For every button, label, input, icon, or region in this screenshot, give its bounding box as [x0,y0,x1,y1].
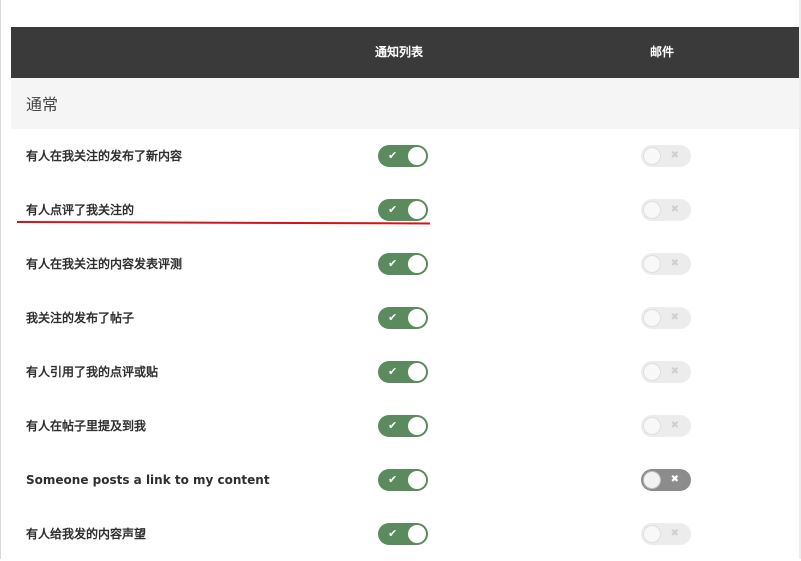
notify-toggle[interactable]: ✔ [378,469,428,491]
toggle-knob [643,525,661,543]
toggle-knob [408,309,426,327]
x-icon: ✖ [670,366,679,377]
toggle-knob [643,471,661,489]
toggle-knob [643,363,661,381]
toggle-knob [408,147,426,165]
x-icon: ✖ [670,258,679,269]
preference-row: 有人给我发的内容声望 ✔ ✖ [11,507,799,561]
notify-toggle[interactable]: ✔ [378,415,428,437]
email-toggle[interactable]: ✖ [641,361,691,383]
preference-row: 有人在我关注的发布了新内容 ✔ ✖ [11,129,799,183]
notify-toggle[interactable]: ✔ [378,145,428,167]
toggle-knob [408,201,426,219]
notify-toggle[interactable]: ✔ [378,523,428,545]
toggle-knob [643,201,661,219]
check-icon: ✔ [388,527,398,540]
row-label: 我关注的发布了帖子 [26,311,135,325]
left-border [0,0,1,559]
x-icon: ✖ [670,204,679,215]
toggle-knob [408,363,426,381]
check-icon: ✔ [388,203,398,216]
toggle-knob [408,417,426,435]
preferences-panel: 通知列表 邮件 通常 有人在我关注的发布了新内容 ✔ ✖ 有人点评了我关注的 ✔ [0,0,801,561]
email-toggle[interactable]: ✖ [641,199,691,221]
x-icon: ✖ [670,528,679,539]
toggle-knob [408,525,426,543]
toggle-knob [643,255,661,273]
row-label: 有人点评了我关注的 [26,203,135,217]
notify-toggle[interactable]: ✔ [378,307,428,329]
check-icon: ✔ [388,311,398,324]
notify-toggle[interactable]: ✔ [378,199,428,221]
preference-row: 有人在我关注的内容发表评测 ✔ ✖ [11,237,799,291]
email-toggle[interactable]: ✖ [641,469,691,491]
row-label: Someone posts a link to my content [26,473,270,487]
check-icon: ✔ [388,149,398,162]
row-label: 有人给我发的内容声望 [26,527,147,541]
toggle-knob [408,255,426,273]
notify-column-header: 通知列表 [374,45,423,59]
check-icon: ✔ [388,365,398,378]
check-icon: ✔ [388,257,398,270]
section-header: 通常 [11,78,799,129]
table-header: 通知列表 邮件 [11,27,799,78]
toggle-knob [408,471,426,489]
email-toggle[interactable]: ✖ [641,307,691,329]
check-icon: ✔ [388,419,398,432]
email-toggle[interactable]: ✖ [641,145,691,167]
toggle-knob [643,417,661,435]
notify-toggle[interactable]: ✔ [378,361,428,383]
x-icon: ✖ [670,420,679,431]
email-toggle[interactable]: ✖ [641,415,691,437]
email-column-header: 邮件 [649,45,674,59]
notification-preferences-table: 通知列表 邮件 通常 有人在我关注的发布了新内容 ✔ ✖ 有人点评了我关注的 ✔ [11,27,799,561]
section-title: 通常 [26,95,59,114]
check-icon: ✔ [388,473,398,486]
notify-toggle[interactable]: ✔ [378,253,428,275]
x-icon: ✖ [670,312,679,323]
x-icon: ✖ [670,150,679,161]
row-label: 有人引用了我的点评或贴 [26,365,159,379]
x-icon: ✖ [670,474,679,485]
preference-row: 有人在帖子里提及到我 ✔ ✖ [11,399,799,453]
toggle-knob [643,309,661,327]
preference-row: Someone posts a link to my content ✔ ✖ [11,453,799,507]
email-toggle[interactable]: ✖ [641,253,691,275]
email-toggle[interactable]: ✖ [641,523,691,545]
preference-row: 有人引用了我的点评或贴 ✔ ✖ [11,345,799,399]
toggle-knob [643,147,661,165]
preference-row: 我关注的发布了帖子 ✔ ✖ [11,291,799,345]
row-label: 有人在我关注的发布了新内容 [26,149,183,163]
row-label: 有人在帖子里提及到我 [26,419,147,433]
preference-row: 有人点评了我关注的 ✔ ✖ [11,183,799,237]
row-label: 有人在我关注的内容发表评测 [26,257,183,271]
